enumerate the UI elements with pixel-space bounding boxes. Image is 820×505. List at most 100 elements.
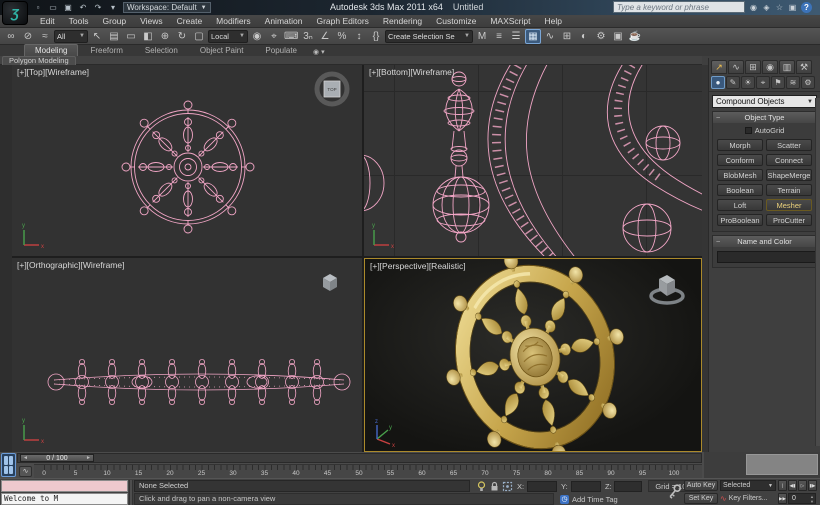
menu-group[interactable]: Group <box>97 15 133 27</box>
object-type-shapemerge[interactable]: ShapeMerge <box>766 169 812 181</box>
communication-center-icon[interactable]: ▣ <box>787 2 798 13</box>
auto-key-button[interactable]: Auto Key <box>684 480 718 491</box>
category-geometry[interactable]: ● <box>711 76 725 89</box>
autogrid-checkbox[interactable] <box>745 127 752 134</box>
x-coord-field[interactable] <box>527 481 557 492</box>
new-scene-icon[interactable]: ▫ <box>32 2 44 13</box>
save-file-icon[interactable]: ▣ <box>62 2 74 13</box>
schematic-view-icon[interactable]: ⊞ <box>559 29 575 44</box>
menu-create[interactable]: Create <box>171 15 209 27</box>
key-filters-button[interactable]: Key Filters... <box>729 495 768 502</box>
next-frame-arrow-icon[interactable]: ► <box>86 455 91 461</box>
object-type-scatter[interactable]: Scatter <box>766 139 812 151</box>
previous-frame-arrow-icon[interactable]: ◄ <box>23 455 28 461</box>
viewport-bottom[interactable]: [+][Bottom][Wireframe] <box>364 65 702 256</box>
viewport-orthographic-label[interactable]: [+][Orthographic][Wireframe] <box>17 260 124 270</box>
go-to-end-button[interactable]: ▶▶| <box>778 493 787 504</box>
menu-edit[interactable]: Edit <box>34 15 61 27</box>
open-file-icon[interactable]: ▭ <box>47 2 59 13</box>
angle-snap-toggle-icon[interactable]: ∠ <box>317 29 333 44</box>
tab-object-paint[interactable]: Object Paint <box>190 45 254 56</box>
select-and-scale-icon[interactable]: ▢ <box>191 29 207 44</box>
viewport-layout-tabs-button[interactable] <box>1 453 16 477</box>
menu-animation[interactable]: Animation <box>259 15 309 27</box>
category-space-warps[interactable]: ≋ <box>786 76 800 89</box>
category-cameras[interactable]: ⌖ <box>756 76 770 89</box>
object-type-boolean[interactable]: Boolean <box>717 184 763 196</box>
menu-views[interactable]: Views <box>134 15 169 27</box>
object-type-procutter[interactable]: ProCutter <box>766 214 812 226</box>
curve-editor-icon[interactable]: ∿ <box>542 29 558 44</box>
menu-tools[interactable]: Tools <box>63 15 95 27</box>
keyboard-shortcut-override-icon[interactable]: ⌨ <box>283 29 299 44</box>
tab-populate[interactable]: Populate <box>255 45 307 56</box>
select-and-manipulate-icon[interactable]: ⌖ <box>266 29 282 44</box>
play-button[interactable]: ▷ <box>798 480 807 491</box>
menu-help[interactable]: Help <box>538 15 567 27</box>
select-object-icon[interactable]: ↖ <box>89 29 105 44</box>
select-and-link-icon[interactable]: ∞ <box>3 29 19 44</box>
default-in-out-tangents-icon[interactable]: ∿ <box>720 494 727 503</box>
object-type-rollout-header[interactable]: − Object Type <box>713 112 816 123</box>
category-lights[interactable]: ☀ <box>741 76 755 89</box>
panel-tab-create[interactable]: ↗ <box>711 60 727 74</box>
object-category-dropdown[interactable]: Compound Objects ▼ <box>712 95 817 108</box>
add-time-tag[interactable]: ◷ Add Time Tag <box>560 493 618 505</box>
object-type-loft[interactable]: Loft <box>717 199 763 211</box>
absolute-relative-coords-icon[interactable] <box>502 481 513 492</box>
frame-spinner[interactable]: ▲▼ <box>810 494 814 504</box>
panel-tab-utilities[interactable]: ⚒ <box>796 60 812 74</box>
panel-tab-motion[interactable]: ◉ <box>762 60 778 74</box>
window-crossing-toggle-icon[interactable]: ◧ <box>140 29 156 44</box>
object-type-proboolean[interactable]: ProBoolean <box>717 214 763 226</box>
next-frame-button[interactable]: ▮▶ <box>808 480 817 491</box>
y-coord-field[interactable] <box>571 481 601 492</box>
panel-scroll-edge[interactable] <box>815 98 820 446</box>
open-mini-curve-editor-button[interactable]: ∿ <box>19 466 32 477</box>
set-key-button[interactable]: Set Key <box>684 493 718 504</box>
panel-tab-display[interactable]: ▥ <box>779 60 795 74</box>
viewport-bottom-label[interactable]: [+][Bottom][Wireframe] <box>369 67 454 77</box>
select-by-name-icon[interactable]: ▤ <box>106 29 122 44</box>
set-keys-key-icon[interactable] <box>666 483 682 501</box>
category-helpers[interactable]: ⚑ <box>771 76 785 89</box>
render-production-icon[interactable]: ☕ <box>627 29 643 44</box>
maxscript-mini-listener[interactable]: Welcome to M <box>0 480 129 505</box>
bind-to-space-warp-icon[interactable]: ≈ <box>37 29 53 44</box>
maxscript-listener-pane[interactable]: Welcome to M <box>1 493 128 505</box>
object-type-blobmesh[interactable]: BlobMesh <box>717 169 763 181</box>
object-type-terrain[interactable]: Terrain <box>766 184 812 196</box>
select-and-rotate-icon[interactable]: ↻ <box>174 29 190 44</box>
go-to-start-button[interactable]: |◀◀ <box>778 480 787 491</box>
favorites-icon[interactable]: ☆ <box>774 2 785 13</box>
viewport-perspective-label[interactable]: [+][Perspective][Realistic] <box>370 261 466 271</box>
menu-rendering[interactable]: Rendering <box>377 15 428 27</box>
time-slider-track[interactable]: ◄ 0 / 100 ► <box>17 453 702 463</box>
object-type-conform[interactable]: Conform <box>717 154 763 166</box>
tab-selection[interactable]: Selection <box>135 45 188 56</box>
listener-splitter[interactable] <box>129 480 133 505</box>
menu-modifiers[interactable]: Modifiers <box>210 15 256 27</box>
infocenter-search-input[interactable] <box>613 1 745 13</box>
redo-icon[interactable]: ↷ <box>92 2 104 13</box>
ribbon-overflow-icon[interactable]: ◉ ▾ <box>313 48 325 56</box>
undo-icon[interactable]: ↶ <box>77 2 89 13</box>
search-communities-icon[interactable]: ◉ <box>748 2 759 13</box>
named-selection-set-dropdown[interactable]: Create Selection Se▼ <box>385 30 473 43</box>
viewport-orthographic[interactable]: [+][Orthographic][Wireframe] <box>12 258 362 452</box>
panel-tab-modify[interactable]: ∿ <box>728 60 744 74</box>
tab-modeling[interactable]: Modeling <box>24 44 78 56</box>
tab-freeform[interactable]: Freeform <box>80 45 132 56</box>
workspace-dropdown[interactable]: Workspace: Default▼ <box>123 2 211 13</box>
z-coord-field[interactable] <box>614 481 642 492</box>
edit-named-selection-sets-icon[interactable]: {} <box>368 29 384 44</box>
object-name-field[interactable] <box>717 251 820 263</box>
spinner-snap-toggle-icon[interactable]: ↕ <box>351 29 367 44</box>
layer-manager-icon[interactable]: ☰ <box>508 29 524 44</box>
isolate-selection-icon[interactable] <box>476 481 487 492</box>
rectangular-selection-region-icon[interactable]: ▭ <box>123 29 139 44</box>
category-systems[interactable]: ⚙ <box>801 76 815 89</box>
percent-snap-toggle-icon[interactable]: % <box>334 29 350 44</box>
time-slider-handle[interactable]: ◄ 0 / 100 ► <box>20 454 94 462</box>
selection-set-keying-dropdown[interactable]: Selected▼ <box>720 480 776 491</box>
